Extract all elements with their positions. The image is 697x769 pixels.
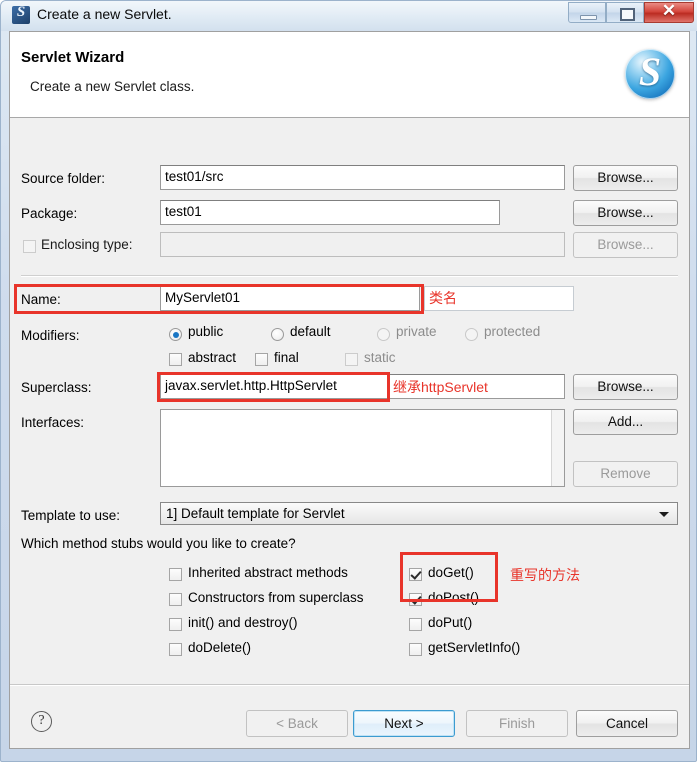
- page-title: Servlet Wizard: [21, 49, 125, 66]
- source-folder-input[interactable]: test01/src: [160, 165, 565, 190]
- package-browse-button[interactable]: Browse...: [573, 200, 678, 226]
- dialog-window: S Create a new Servlet. ✕ Servlet Wizard…: [0, 0, 697, 762]
- modifiers-label: Modifiers:: [21, 328, 80, 343]
- wizard-banner: Servlet Wizard Create a new Servlet clas…: [10, 32, 689, 118]
- back-button: < Back: [246, 710, 348, 737]
- modifier-radio-default[interactable]: [271, 328, 284, 341]
- stub-label-doget: doGet(): [428, 565, 474, 580]
- stubs-annotation-text: 重写的方法: [510, 567, 580, 583]
- servlet-app-icon-glyph: S: [16, 6, 26, 20]
- footer-divider: [10, 684, 689, 686]
- stub-label-inherited-abstract-methods: Inherited abstract methods: [188, 565, 348, 580]
- help-icon[interactable]: ?: [31, 711, 52, 732]
- desktop-strip: [0, 762, 697, 769]
- name-label: Name:: [21, 292, 61, 307]
- maximize-icon: [620, 8, 635, 21]
- minimize-button[interactable]: [568, 2, 606, 23]
- interfaces-add-button[interactable]: Add...: [573, 409, 678, 435]
- modifier-radio-private: [377, 328, 390, 341]
- next-button[interactable]: Next >: [353, 710, 455, 737]
- name-annotation-text: 类名: [429, 290, 457, 306]
- enclosing-type-checkbox[interactable]: [23, 240, 36, 253]
- logo-glyph: S: [638, 49, 662, 94]
- enclosing-type-input: [160, 232, 565, 257]
- close-button[interactable]: ✕: [644, 1, 694, 23]
- superclass-browse-button[interactable]: Browse...: [573, 374, 678, 400]
- stub-checkbox-doput[interactable]: [409, 618, 422, 631]
- servlet-app-icon: S: [12, 6, 30, 24]
- superclass-input[interactable]: javax.servlet.http.HttpServlet: [160, 374, 565, 399]
- modifier-label-abstract: abstract: [188, 350, 237, 365]
- close-icon: ✕: [661, 1, 677, 20]
- stub-checkbox-getservletinfo[interactable]: [409, 643, 422, 656]
- interfaces-scrollbar[interactable]: [551, 410, 564, 486]
- stub-label-getservletinfo: getServletInfo(): [428, 640, 521, 655]
- interfaces-remove-button: Remove: [573, 461, 678, 487]
- template-select[interactable]: 1] Default template for Servlet: [160, 502, 678, 525]
- source-folder-browse-button[interactable]: Browse...: [573, 165, 678, 191]
- modifier-label-default: default: [290, 324, 331, 339]
- stub-label-constructors-from-superclass: Constructors from superclass: [188, 590, 364, 605]
- modifier-radio-protected: [465, 328, 478, 341]
- package-label: Package:: [21, 206, 78, 221]
- modifier-checkbox-abstract[interactable]: [169, 353, 182, 366]
- stub-checkbox-dodelete[interactable]: [169, 643, 182, 656]
- stub-label-init-and-destroy: init() and destroy(): [188, 615, 298, 630]
- stub-label-dodelete: doDelete(): [188, 640, 252, 655]
- method-stubs-question: Which method stubs would you like to cre…: [21, 536, 296, 551]
- form-divider-1: [21, 275, 678, 277]
- enclosing-type-label: Enclosing type:: [41, 237, 133, 252]
- modifier-label-protected: protected: [484, 324, 541, 339]
- window-title: Create a new Servlet.: [37, 6, 172, 22]
- wizard-form: Source folder: test01/src Browse... Pack…: [10, 118, 689, 684]
- stub-checkbox-dopost[interactable]: [409, 593, 422, 606]
- chevron-down-icon: [659, 512, 669, 517]
- stub-checkbox-init-and-destroy[interactable]: [169, 618, 182, 631]
- stub-label-dopost: doPost(): [428, 590, 480, 605]
- template-label: Template to use:: [21, 508, 121, 523]
- modifier-checkbox-final[interactable]: [255, 353, 268, 366]
- modifier-label-static: static: [364, 350, 396, 365]
- template-selected-value: 1] Default template for Servlet: [166, 506, 345, 521]
- modifier-label-private: private: [396, 324, 437, 339]
- package-input[interactable]: test01: [160, 200, 500, 225]
- superclass-annotation-text: 继承httpServlet: [393, 379, 488, 395]
- stub-checkbox-constructors-from-superclass[interactable]: [169, 593, 182, 606]
- name-note-field: 类名: [424, 286, 574, 311]
- modifier-radio-public[interactable]: [169, 328, 182, 341]
- superclass-label: Superclass:: [21, 380, 92, 395]
- modifier-checkbox-static: [345, 353, 358, 366]
- modifier-label-public: public: [188, 324, 224, 339]
- stub-label-doput: doPut(): [428, 615, 473, 630]
- cancel-button[interactable]: Cancel: [576, 710, 678, 737]
- minimize-icon: [580, 15, 597, 20]
- servlet-wizard-dialog: Servlet Wizard Create a new Servlet clas…: [9, 31, 690, 749]
- enclosing-type-browse-button: Browse...: [573, 232, 678, 258]
- source-folder-label: Source folder:: [21, 171, 106, 186]
- name-input[interactable]: MyServlet01: [160, 286, 420, 311]
- maximize-button[interactable]: [606, 2, 644, 23]
- stub-checkbox-doget[interactable]: [409, 568, 422, 581]
- finish-button: Finish: [466, 710, 568, 737]
- stub-checkbox-inherited-abstract-methods[interactable]: [169, 568, 182, 581]
- interfaces-list[interactable]: [160, 409, 565, 487]
- interfaces-label: Interfaces:: [21, 415, 85, 430]
- modifier-label-final: final: [274, 350, 299, 365]
- title-bar[interactable]: S Create a new Servlet. ✕: [1, 1, 697, 31]
- page-description: Create a new Servlet class.: [30, 79, 195, 94]
- servlet-logo-icon: S: [622, 46, 678, 102]
